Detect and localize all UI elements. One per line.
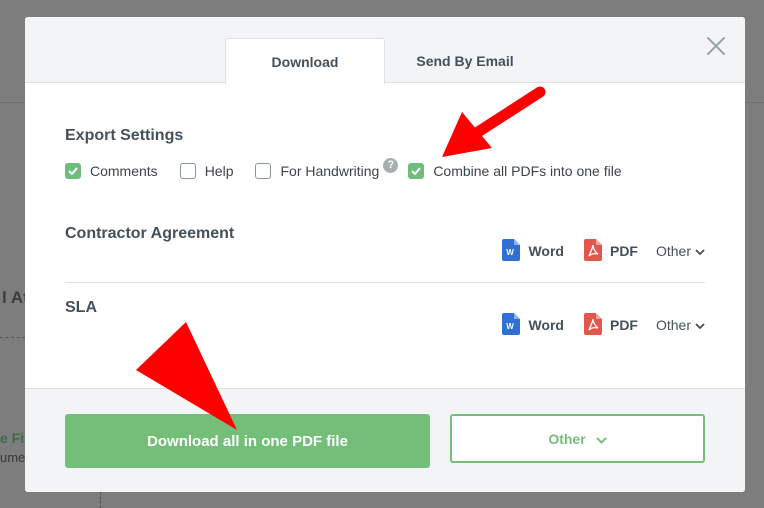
- checkbox-checked-icon: [408, 163, 425, 179]
- document-name: SLA: [65, 299, 97, 316]
- download-word-button[interactable]: W Word: [502, 238, 564, 264]
- for-handwriting-checkbox[interactable]: For Handwriting ?: [255, 157, 399, 179]
- document-actions: W Word PDF Other: [502, 238, 705, 264]
- help-checkbox[interactable]: Help: [179, 163, 234, 179]
- checkbox-unchecked-icon: [255, 163, 272, 179]
- tab-download[interactable]: Download: [225, 38, 385, 84]
- for-handwriting-label: For Handwriting: [280, 163, 380, 179]
- other-formats-dropdown[interactable]: Other: [656, 243, 705, 259]
- other-label: Other: [655, 317, 691, 333]
- checkbox-unchecked-icon: [179, 163, 196, 179]
- pdf-label: PDF: [609, 243, 638, 259]
- document-row: SLA W Word PDF Other: [65, 283, 705, 357]
- download-pdf-button[interactable]: PDF: [583, 238, 638, 264]
- pdf-label: PDF: [609, 317, 638, 333]
- other-formats-dropdown[interactable]: Other: [656, 317, 705, 333]
- help-question-icon[interactable]: ?: [383, 157, 399, 173]
- background-link-fragment: e Fil: [0, 430, 29, 446]
- document-name: Contractor Agreement: [65, 225, 235, 242]
- pdf-file-icon: [583, 238, 602, 264]
- close-icon[interactable]: [705, 35, 727, 57]
- chevron-down-icon: [695, 317, 705, 333]
- other-download-dropdown[interactable]: Other: [450, 414, 705, 463]
- word-label: Word: [528, 317, 564, 333]
- download-dialog: Download Send By Email Export Settings C…: [25, 17, 745, 492]
- svg-text:W: W: [507, 322, 515, 331]
- tab-send-by-email[interactable]: Send By Email: [385, 38, 545, 84]
- export-settings-title: Export Settings: [65, 127, 184, 144]
- background-divider-vertical: [100, 492, 101, 508]
- comments-label: Comments: [90, 163, 158, 179]
- word-file-icon: W: [502, 312, 521, 338]
- other-label: Other: [655, 243, 691, 259]
- pdf-file-icon: [583, 312, 602, 338]
- background-divider: [0, 337, 25, 338]
- svg-text:W: W: [507, 248, 515, 257]
- checkbox-checked-icon: [65, 163, 81, 179]
- combine-pdfs-checkbox[interactable]: Combine all PDFs into one file: [408, 163, 622, 179]
- document-row: Contractor Agreement W Word PDF Other: [65, 209, 705, 283]
- comments-checkbox[interactable]: Comments: [65, 163, 158, 179]
- word-file-icon: W: [502, 238, 521, 264]
- dialog-header: Download Send By Email: [25, 17, 745, 84]
- word-label: Word: [528, 243, 564, 259]
- combine-pdfs-label: Combine all PDFs into one file: [433, 163, 622, 179]
- download-pdf-button[interactable]: PDF: [583, 312, 638, 338]
- download-all-pdf-button[interactable]: Download all in one PDF file: [65, 414, 430, 468]
- download-word-button[interactable]: W Word: [502, 312, 564, 338]
- chevron-down-icon: [695, 243, 705, 259]
- chevron-down-icon: [595, 431, 607, 447]
- export-options: Comments Help For Handwriting ? Combine …: [65, 157, 622, 182]
- other-label: Other: [548, 430, 586, 447]
- document-actions: W Word PDF Other: [502, 312, 705, 338]
- help-label: Help: [204, 163, 234, 179]
- dialog-footer: Download all in one PDF file Other: [25, 388, 745, 492]
